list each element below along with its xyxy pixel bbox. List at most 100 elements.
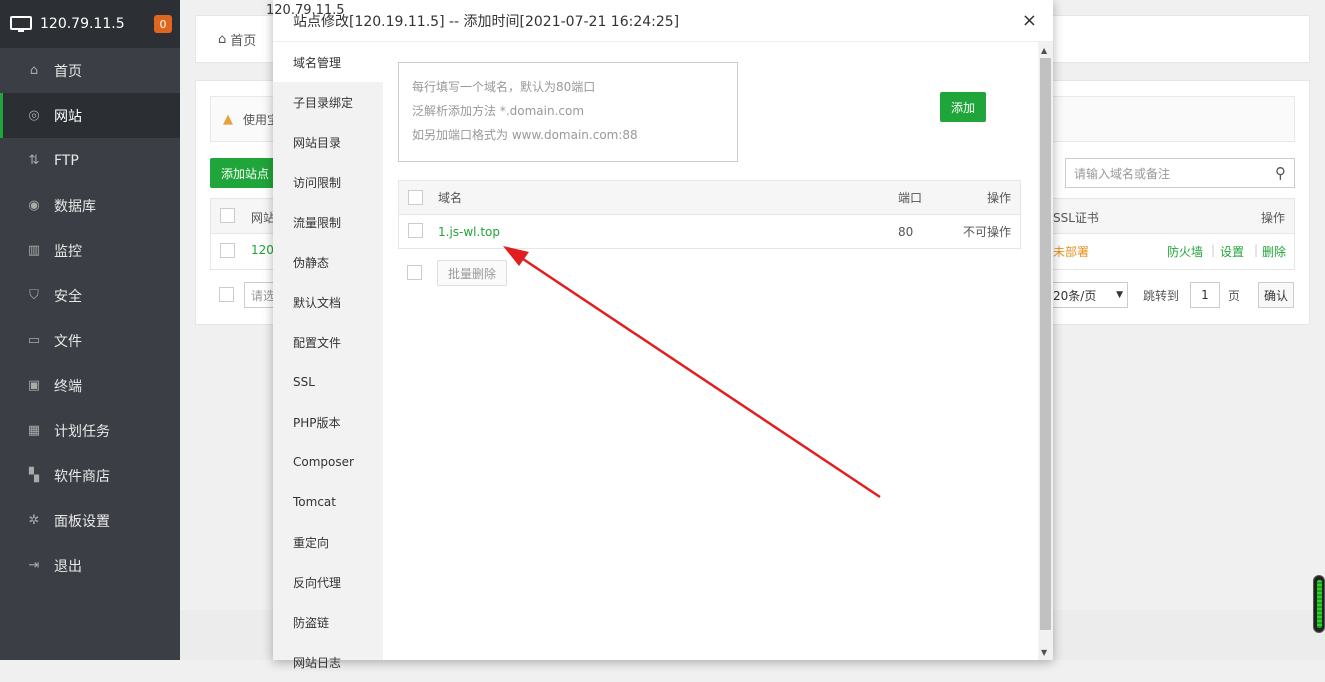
tab[interactable]: 反向代理 xyxy=(273,562,383,602)
tab[interactable]: 访问限制 xyxy=(273,162,383,202)
tab[interactable]: 防盗链 xyxy=(273,602,383,642)
tab[interactable]: SSL xyxy=(273,362,383,402)
sidebar-item[interactable]: ✲ 面板设置 xyxy=(0,498,180,543)
home-icon: ⌂ xyxy=(29,63,39,78)
sidebar-item-label: FTP xyxy=(54,152,79,169)
tab[interactable]: Composer xyxy=(273,442,383,482)
warning-icon: ▲ xyxy=(223,111,233,127)
breadcrumb-home[interactable]: 首页 xyxy=(230,30,256,49)
sidebar-item-label: 监控 xyxy=(54,243,82,260)
calendar-icon: ▦ xyxy=(27,423,41,438)
tab[interactable]: 子目录绑定 xyxy=(273,82,383,122)
level-indicator xyxy=(1313,575,1325,633)
domain-table-header: 域名 端口 操作 xyxy=(399,181,1020,215)
select-all-checkbox[interactable] xyxy=(220,208,235,223)
firewall-link[interactable]: 防火墙 xyxy=(1167,243,1203,260)
sidebar-item-label: 终端 xyxy=(54,378,82,395)
apps-icon: ▚ xyxy=(29,468,39,483)
domain-link[interactable]: 1.js-wl.top xyxy=(438,215,500,248)
tab[interactable]: 默认文档 xyxy=(273,282,383,322)
sidebar-item[interactable]: ⇥ 退出 xyxy=(0,543,180,588)
scroll-down-icon[interactable]: ▼ xyxy=(1041,648,1047,657)
monitor-icon: ▥ xyxy=(27,243,41,258)
sidebar-header: 120.79.11.5 xyxy=(0,0,180,48)
sidebar-item[interactable]: ⛉ 安全 xyxy=(0,273,180,318)
site-search-input[interactable]: 请输入域名或备注 ⚲ xyxy=(1065,158,1295,188)
sidebar-item-label: 文件 xyxy=(54,333,82,350)
batch-checkbox[interactable] xyxy=(407,265,422,280)
logout-icon: ⇥ xyxy=(28,558,40,573)
sidebar-item-label: 数据库 xyxy=(54,198,96,215)
textarea-placeholder-line: 泛解析添加方法 *.domain.com xyxy=(412,104,585,118)
notification-badge[interactable]: 0 xyxy=(154,15,172,33)
header-ops: 操作 xyxy=(1261,211,1286,225)
sidebar-item[interactable]: ⇅ FTP xyxy=(0,138,180,183)
table-row: 1.js-wl.top 80 不可操作 xyxy=(399,215,1020,248)
sidebar-item[interactable]: ◉ 数据库 xyxy=(0,183,180,228)
textarea-placeholder-line: 如另加端口格式为 www.domain.com:88 xyxy=(412,128,638,142)
page-jump-input[interactable]: 1 xyxy=(1190,282,1220,308)
tab[interactable]: 网站日志 xyxy=(273,642,383,682)
overlay-ip-text: 120.79.11.5 xyxy=(266,3,345,18)
sidebar-item[interactable]: ▥ 监控 xyxy=(0,228,180,273)
sidebar-item-label: 网站 xyxy=(54,108,82,125)
sidebar-item[interactable]: ▚ 软件商店 xyxy=(0,453,180,498)
folder-icon: ▭ xyxy=(27,333,41,348)
modal-title-text: 站点修改[120.19.11.5] -- 添加时间[2021-07-21 16:… xyxy=(293,13,680,30)
page-size-value: 20条/页 xyxy=(1053,288,1097,303)
terminal-icon: ▣ xyxy=(27,378,41,393)
home-icon: ⌂ xyxy=(218,31,227,47)
separator: | xyxy=(1211,243,1216,257)
header-ssl: SSL证书 xyxy=(1053,211,1099,225)
server-ip: 120.79.11.5 xyxy=(40,16,125,32)
tab[interactable]: 网站目录 xyxy=(273,122,383,162)
search-placeholder: 请输入域名或备注 xyxy=(1074,166,1171,181)
add-domain-button[interactable]: 添加 xyxy=(940,92,986,122)
domain-row-checkbox[interactable] xyxy=(408,223,423,238)
header-domain: 域名 xyxy=(438,191,463,205)
tab[interactable]: 伪静态 xyxy=(273,242,383,282)
sidebar-item[interactable]: ⌂ 首页 xyxy=(0,48,180,93)
footer-checkbox[interactable] xyxy=(219,287,234,302)
domain-textarea[interactable]: 每行填写一个域名，默认为80端口 泛解析添加方法 *.domain.com 如另加端… xyxy=(398,62,738,162)
modal-title: 站点修改[120.19.11.5] -- 添加时间[2021-07-21 16:… xyxy=(273,0,1053,42)
header-ops: 操作 xyxy=(987,191,1012,205)
globe-icon: ◎ xyxy=(28,108,40,123)
sidebar-item-label: 安全 xyxy=(54,288,82,305)
header-port: 端口 xyxy=(898,191,923,205)
tab[interactable]: PHP版本 xyxy=(273,402,383,442)
domain-select-all-checkbox[interactable] xyxy=(408,190,423,205)
add-site-button[interactable]: 添加站点 xyxy=(210,158,280,188)
sidebar-item-label: 软件商店 xyxy=(54,468,110,485)
sidebar-menu: ⌂ 首页 ◎ 网站 ⇅ FTP ◉ 数据库 ▥ 监控 ⛉ 安全 ▭ 文件 ▣ 终端 ▦ 计划任务 ▚ 软件商店 ✲ 面板设… xyxy=(0,48,180,588)
close-icon[interactable]: × xyxy=(1022,12,1037,30)
search-icon[interactable]: ⚲ xyxy=(1275,164,1286,182)
page-size-select[interactable]: 20条/页 ▼ xyxy=(1048,282,1128,308)
ssl-status[interactable]: 未部署 xyxy=(1053,243,1089,260)
gear-icon: ✲ xyxy=(28,513,40,528)
sidebar-item-label: 计划任务 xyxy=(54,423,110,440)
page-confirm-button[interactable]: 确认 xyxy=(1258,282,1294,308)
settings-link[interactable]: 设置 xyxy=(1220,243,1244,260)
scroll-up-icon[interactable]: ▲ xyxy=(1041,46,1047,55)
sidebar-item[interactable]: ▦ 计划任务 xyxy=(0,408,180,453)
site-link[interactable]: 120 xyxy=(251,243,274,257)
batch-delete-button[interactable]: 批量删除 xyxy=(437,260,507,286)
modal-scrollbar[interactable]: ▲ ▼ xyxy=(1038,42,1053,660)
sidebar-item[interactable]: ▭ 文件 xyxy=(0,318,180,363)
tab[interactable]: 流量限制 xyxy=(273,202,383,242)
domain-ops: 不可操作 xyxy=(963,225,1012,239)
domain-port: 80 xyxy=(898,224,914,239)
tab[interactable]: Tomcat xyxy=(273,482,383,522)
sidebar: 120.79.11.5 0 ⌂ 首页 ◎ 网站 ⇅ FTP ◉ 数据库 ▥ 监控 ⛉ 安全 ▭ 文件 ▣ 终端… xyxy=(0,0,180,660)
delete-link[interactable]: 删除 xyxy=(1262,243,1286,260)
scroll-thumb[interactable] xyxy=(1040,58,1051,630)
tab[interactable]: 配置文件 xyxy=(273,322,383,362)
ftp-icon: ⇅ xyxy=(28,153,40,168)
row-checkbox[interactable] xyxy=(220,243,235,258)
sidebar-item[interactable]: ◎ 网站 xyxy=(0,93,180,138)
sidebar-item[interactable]: ▣ 终端 xyxy=(0,363,180,408)
tab[interactable]: 域名管理 xyxy=(273,42,383,82)
header-site: 网站 xyxy=(251,211,276,225)
tab[interactable]: 重定向 xyxy=(273,522,383,562)
